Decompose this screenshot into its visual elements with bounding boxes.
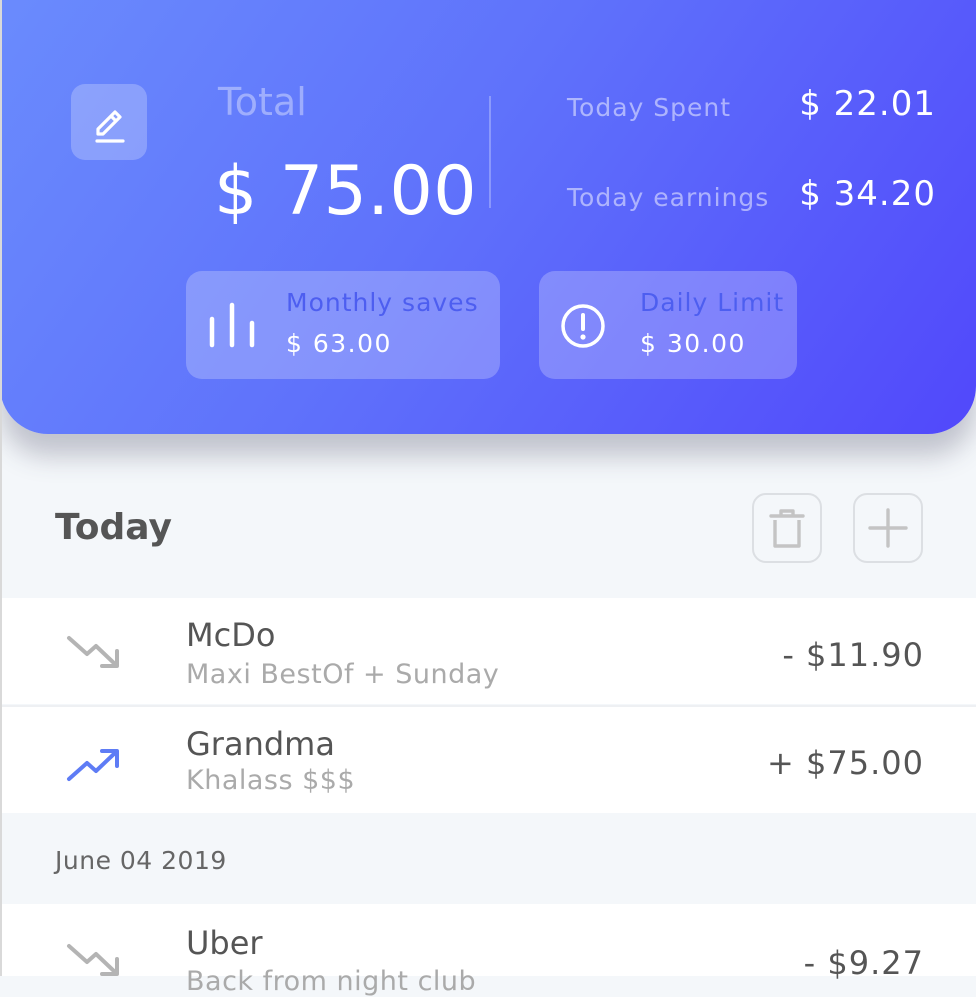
summary-header: Total $ 75.00 Today Spent $ 22.01 Today … [0,0,976,434]
transaction-amount: - $11.90 [782,636,924,674]
edit-pencil-icon [95,110,125,143]
transaction-title: Grandma [186,725,335,763]
left-edge-divider [0,0,2,976]
monthly-saves-value: $ 63.00 [286,329,392,358]
transaction-amount: - $9.27 [803,944,924,982]
transaction-amount: + $75.00 [767,744,924,782]
today-earnings-value: $ 34.20 [799,174,936,214]
transaction-row[interactable]: Grandma Khalass $$$ + $75.00 [0,707,976,813]
total-value: $ 75.00 [214,152,478,231]
header-divider [489,96,491,208]
transaction-title: McDo [186,616,276,654]
add-transaction-button[interactable] [853,493,923,563]
total-label: Total [218,80,307,124]
today-spent-value: $ 22.01 [799,84,936,124]
plus-icon [868,508,908,548]
trash-icon [769,509,805,548]
today-spent-label: Today Spent [567,93,732,122]
today-earnings-label: Today earnings [567,183,770,212]
transaction-subtitle: Back from night club [186,966,477,997]
date-group-label: June 04 2019 [55,846,227,875]
daily-limit-value: $ 30.00 [640,329,746,358]
daily-limit-card[interactable]: Daily Limit $ 30.00 [539,271,797,379]
trend-up-icon [67,749,119,781]
transaction-title: Uber [186,924,263,962]
transaction-row[interactable]: McDo Maxi BestOf + Sunday - $11.90 [0,598,976,704]
edit-button[interactable] [71,84,147,160]
transaction-row[interactable]: Uber Back from night club - $9.27 [0,904,976,997]
today-section-title: Today [55,507,172,548]
daily-limit-label: Daily Limit [640,288,785,317]
bar-chart-icon [209,302,255,348]
delete-button[interactable] [752,493,822,563]
alert-circle-icon [561,304,605,348]
trend-down-icon [67,636,119,668]
transaction-subtitle: Khalass $$$ [186,765,356,796]
trend-down-icon [67,944,119,976]
transaction-subtitle: Maxi BestOf + Sunday [186,659,500,690]
monthly-saves-card[interactable]: Monthly saves $ 63.00 [186,271,500,379]
monthly-saves-label: Monthly saves [286,288,479,317]
